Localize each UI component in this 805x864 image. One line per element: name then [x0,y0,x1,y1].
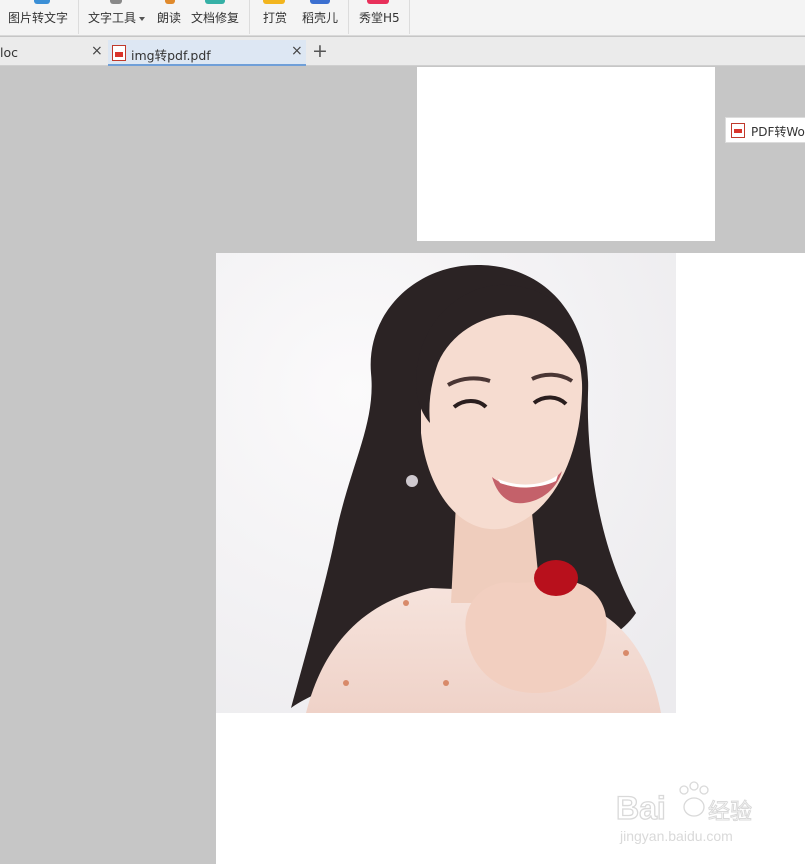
image-to-text-button[interactable]: 图片转文字 [8,0,72,36]
close-icon[interactable]: × [291,43,303,59]
docer-icon [310,0,330,4]
watermark-url: jingyan.baidu.com [619,828,733,844]
doc-repair-icon [205,0,225,4]
tab-doc-label: loc [0,45,18,60]
text-tools-button[interactable]: 文字工具 [88,0,150,36]
tab-img-pdf[interactable]: img转pdf.pdf × [108,40,306,66]
xiutang-icon [367,0,389,4]
tab-img-pdf-label: img转pdf.pdf [131,48,211,63]
document-canvas[interactable]: PDF转Wo [0,67,805,864]
toolbar-divider [78,0,79,34]
toolbar-divider [249,0,250,34]
paw-icon [679,781,709,817]
baidu-jingyan-watermark: Bai 经验 jingyan.baidu.com [614,777,764,847]
text-tools-icon [110,0,122,4]
portrait-photo [216,253,676,713]
image-to-text-icon [34,0,50,4]
docer-button[interactable]: 稻壳儿 [302,0,342,36]
read-aloud-button[interactable]: 朗读 [157,0,185,36]
doc-repair-button[interactable]: 文档修复 [191,0,243,36]
reward-icon [263,0,285,4]
portrait-illustration [216,253,676,713]
watermark-brand-cn: 经验 [708,800,752,825]
tab-doc[interactable]: loc × [0,40,106,66]
text-tools-label: 文字工具 [88,11,137,25]
xiutang-label: 秀堂H5 [359,11,400,25]
xiutang-button[interactable]: 秀堂H5 [359,0,403,36]
pdf-to-word-button[interactable]: PDF转Wo [725,117,805,143]
toolbar-divider [348,0,349,34]
watermark-brand: Bai [616,790,666,826]
image-to-text-label: 图片转文字 [8,11,69,25]
reward-label: 打赏 [263,11,288,25]
docer-label: 稻壳儿 [302,11,339,25]
read-aloud-label: 朗读 [157,11,182,25]
close-icon[interactable]: × [91,43,103,59]
chevron-down-icon [139,16,146,21]
new-tab-button[interactable]: + [312,41,328,61]
read-aloud-icon [165,0,175,4]
pdf-file-icon [731,123,745,138]
toolbar-divider [409,0,410,34]
pdf-page-current [216,253,805,864]
pdf-page-previous [417,67,715,241]
ribbon-toolbar: 图片转文字 文字工具 朗读 文档修复 打赏 稻壳儿 秀堂H5 [0,0,805,36]
pdf-to-word-label: PDF转Wo [751,125,805,139]
pdf-file-icon [112,45,126,61]
reward-button[interactable]: 打赏 [263,0,291,36]
doc-repair-label: 文档修复 [191,11,240,25]
document-tab-bar: loc × img转pdf.pdf × + [0,37,805,66]
